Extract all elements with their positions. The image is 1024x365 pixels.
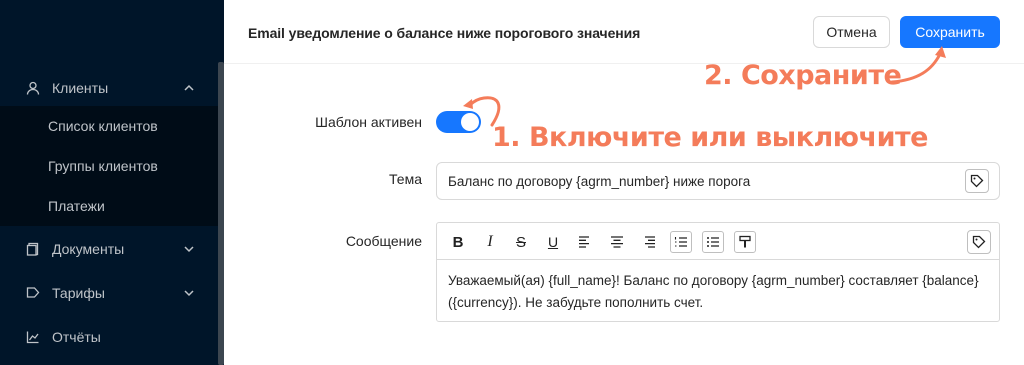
message-text[interactable]: Уважаемый(ая) {full_name}! Баланс по дог… bbox=[448, 270, 993, 314]
format-painter-icon[interactable] bbox=[734, 231, 756, 253]
variable-tag-icon bbox=[970, 174, 984, 188]
italic-icon[interactable]: I bbox=[479, 231, 501, 253]
bullet-list-icon[interactable] bbox=[702, 231, 724, 253]
chart-icon bbox=[26, 330, 40, 344]
message-variable-button[interactable] bbox=[967, 230, 991, 254]
template-active-toggle[interactable] bbox=[436, 111, 481, 133]
save-button[interactable]: Сохранить bbox=[900, 16, 1000, 48]
sidebar: Клиенты Список клиентов Группы клиентов … bbox=[0, 0, 224, 365]
chevron-down-icon bbox=[184, 246, 194, 253]
subject-label: Тема bbox=[389, 171, 422, 187]
align-right-icon[interactable] bbox=[638, 231, 660, 253]
chevron-down-icon bbox=[184, 290, 194, 297]
sidebar-item-documents[interactable]: Документы bbox=[0, 229, 218, 269]
sidebar-subitem-payments[interactable]: Платежи bbox=[0, 186, 218, 226]
user-icon bbox=[26, 81, 40, 95]
page-title: Email уведомление о балансе ниже порогов… bbox=[248, 25, 641, 41]
toggle-knob bbox=[461, 113, 479, 131]
ordered-list-icon[interactable] bbox=[670, 231, 692, 253]
underline-icon[interactable]: U bbox=[542, 231, 564, 253]
align-center-icon[interactable] bbox=[606, 231, 628, 253]
editor-toolbar: B I S U bbox=[437, 223, 999, 260]
tag-icon bbox=[26, 286, 40, 300]
sidebar-subitem-client-groups[interactable]: Группы клиентов bbox=[0, 146, 218, 186]
template-active-label: Шаблон активен bbox=[315, 114, 422, 130]
align-left-icon[interactable] bbox=[574, 231, 596, 253]
variable-tag-icon bbox=[972, 235, 986, 249]
sidebar-item-label: Отчёты bbox=[52, 329, 101, 345]
sidebar-scrollbar[interactable] bbox=[218, 62, 224, 365]
sidebar-item-reports[interactable]: Отчёты bbox=[0, 317, 218, 357]
cancel-button[interactable]: Отмена bbox=[813, 16, 890, 48]
annotation-step-2: 2. Сохраните bbox=[704, 60, 902, 91]
page-header: Email уведомление о балансе ниже порогов… bbox=[224, 0, 1024, 64]
annotation-step-1: 1. Включите или выключите bbox=[492, 122, 928, 153]
chevron-up-icon bbox=[184, 84, 194, 91]
sidebar-item-label: Группы клиентов bbox=[48, 158, 158, 174]
sidebar-item-clients[interactable]: Клиенты bbox=[0, 68, 218, 108]
message-label: Сообщение bbox=[345, 233, 422, 249]
sidebar-subitem-client-list[interactable]: Список клиентов bbox=[0, 106, 218, 146]
document-icon bbox=[26, 242, 40, 256]
strikethrough-icon[interactable]: S bbox=[510, 231, 532, 253]
sidebar-item-label: Список клиентов bbox=[48, 118, 158, 134]
bold-icon[interactable]: B bbox=[447, 231, 469, 253]
sidebar-item-label: Документы bbox=[52, 241, 125, 257]
subject-variable-button[interactable] bbox=[965, 169, 989, 193]
sidebar-item-label: Платежи bbox=[48, 198, 105, 214]
message-editor[interactable]: B I S U Уважаемый(ая) {full_name}! Балан… bbox=[436, 222, 1000, 322]
sidebar-item-label: Тарифы bbox=[52, 285, 105, 301]
sidebar-item-tariffs[interactable]: Тарифы bbox=[0, 273, 218, 313]
subject-value: Баланс по договору {agrm_number} ниже по… bbox=[448, 174, 751, 189]
sidebar-item-label: Клиенты bbox=[52, 80, 109, 96]
subject-input[interactable]: Баланс по договору {agrm_number} ниже по… bbox=[436, 162, 1000, 200]
